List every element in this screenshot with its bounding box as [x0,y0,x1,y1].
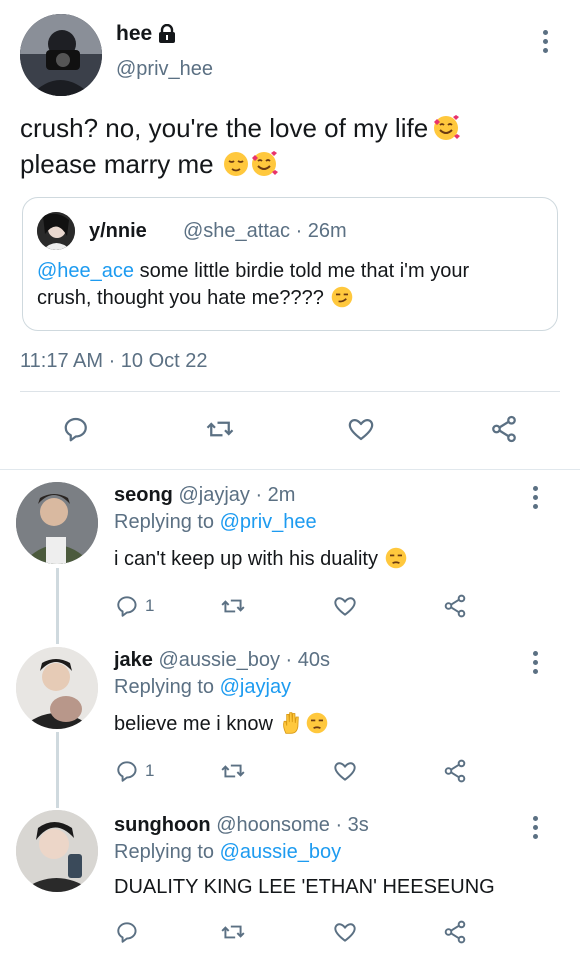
reply-tweet[interactable]: seong @jayjay · 2m Replying to @priv_hee… [0,470,580,635]
reply-header: jake @aussie_boy · 40s [114,649,330,672]
reply-header: sunghoon @hoonsome · 3s [114,814,369,837]
retweet-icon[interactable] [216,915,250,949]
more-icon[interactable] [533,651,539,674]
quoted-author-handle[interactable]: @she_attac · 26m [183,220,347,243]
share-icon[interactable] [487,412,521,446]
reply-actions: 1 [0,589,580,623]
reply-text: i can't keep up with his duality [114,546,408,571]
quoted-tweet[interactable]: y/nnie @she_attac · 26m @hee_ace some li… [22,197,558,331]
reply-count: 1 [145,596,155,615]
reply-tweet[interactable]: jake @aussie_boy · 40s Replying to @jayj… [0,635,580,800]
replying-to: Replying to @jayjay [114,676,291,699]
reply-author-name[interactable]: jake [114,649,153,671]
share-icon[interactable] [438,754,472,788]
smirk-emoji-icon [331,286,353,308]
replying-label: Replying to [114,511,220,533]
more-icon[interactable] [533,816,539,839]
retweet-icon[interactable] [216,589,250,623]
unamused-emoji-icon [306,712,328,734]
main-tweet: hee @priv_hee crush? no, you're the love… [0,0,580,470]
heart-icon[interactable] [328,754,362,788]
avatar[interactable] [16,482,98,564]
heart-icon[interactable] [328,589,362,623]
quoted-avatar[interactable] [37,212,75,250]
replying-label: Replying to [114,841,220,863]
reply-handle[interactable]: @jayjay · 2m [173,484,295,506]
replying-label: Replying to [114,676,220,698]
reply-text: DUALITY KING LEE 'ETHAN' HEESEUNG [114,876,495,898]
mention-link[interactable]: @hee_ace [37,260,134,282]
reply-count: 1 [145,761,155,780]
retweet-icon[interactable] [216,754,250,788]
author-name[interactable]: hee [116,22,176,46]
more-icon[interactable] [543,30,549,53]
reply-icon[interactable] [60,412,94,446]
reply-actions [0,915,580,949]
replying-mention[interactable]: @jayjay [220,676,291,698]
quoted-text-line1: some little birdie told me that i'm your [134,260,470,282]
reply-icon[interactable] [111,915,145,949]
reply-icon[interactable] [111,589,145,623]
reply-handle[interactable]: @hoonsome · 3s [211,814,369,836]
retweet-icon[interactable] [203,412,237,446]
quoted-text-line2: crush, thought you hate me???? [37,287,324,309]
tweet-text-line1: crush? no, you're the love of my life [20,113,429,143]
replying-to: Replying to @priv_hee [114,511,317,534]
smiling-hearts-emoji-icon [434,115,461,140]
reply-text-content: i can't keep up with his duality [114,548,378,570]
raised-hand-emoji-icon [283,712,299,734]
reply-author-name[interactable]: sunghoon [114,814,211,836]
unamused-emoji-icon [385,547,407,569]
relieved-face-emoji-icon [223,152,248,176]
reply-actions: 1 [0,754,580,788]
smiling-hearts-emoji-icon [251,151,278,176]
lock-icon [159,24,176,43]
replying-to: Replying to @aussie_boy [114,841,341,864]
quoted-author-name[interactable]: y/nnie [89,220,147,243]
more-icon[interactable] [533,486,539,509]
tweet-text-line2: please marry me [20,149,214,179]
reply-text: believe me i know [114,711,329,736]
reply-text-content: believe me i know [114,713,273,735]
avatar[interactable] [20,14,102,96]
avatar[interactable] [16,810,98,892]
tweet-text: crush? no, you're the love of my life pl… [20,110,560,182]
tweet-actions [0,412,580,452]
tweet-timestamp[interactable]: 11:17 AM · 10 Oct 22 [20,350,208,373]
reply-author-name[interactable]: seong [114,484,173,506]
heart-icon[interactable] [328,915,362,949]
author-name-text[interactable]: hee [116,22,152,46]
replying-mention[interactable]: @priv_hee [220,511,317,533]
replying-mention[interactable]: @aussie_boy [220,841,341,863]
reply-handle[interactable]: @aussie_boy · 40s [153,649,330,671]
reply-icon[interactable] [111,754,145,788]
reply-tweet[interactable]: sunghoon @hoonsome · 3s Replying to @aus… [0,800,580,960]
quoted-text: @hee_ace some little birdie told me that… [37,258,547,312]
share-icon[interactable] [438,589,472,623]
share-icon[interactable] [438,915,472,949]
heart-icon[interactable] [344,412,378,446]
avatar[interactable] [16,647,98,729]
divider [20,391,560,392]
author-handle[interactable]: @priv_hee [116,58,213,81]
reply-header: seong @jayjay · 2m [114,484,295,507]
